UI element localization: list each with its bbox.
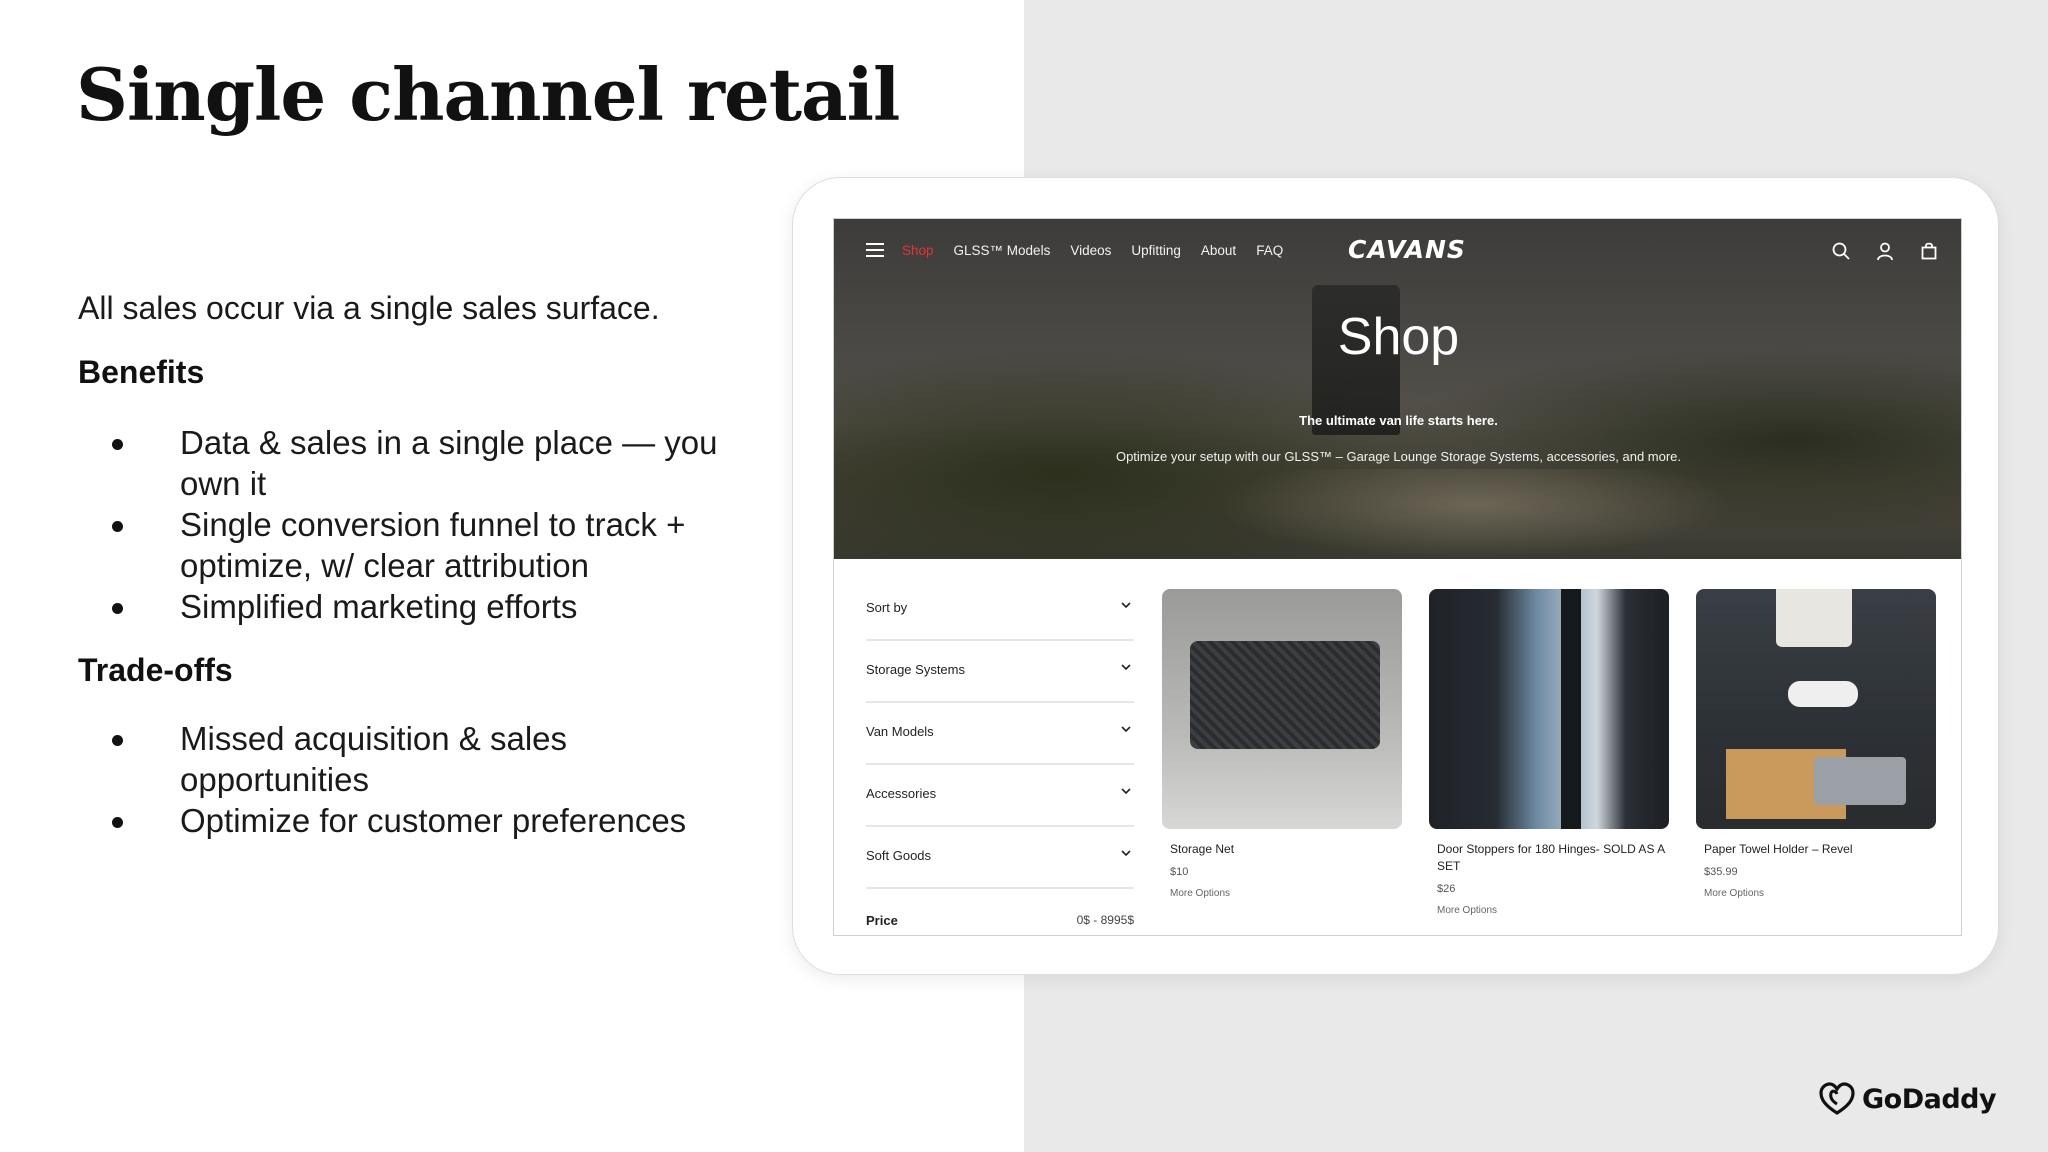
product-name[interactable]: Paper Towel Holder – Revel <box>1696 841 1936 858</box>
nav-link-about[interactable]: About <box>1201 243 1236 258</box>
nav-link-faq[interactable]: FAQ <box>1256 243 1283 258</box>
nav-link-glss-models[interactable]: GLSS™ Models <box>954 243 1051 258</box>
chevron-down-icon <box>1121 726 1131 733</box>
cart-icon[interactable] <box>1919 241 1939 261</box>
hero-subtitle: Optimize your setup with our GLSS™ – Gar… <box>1115 449 1682 464</box>
product-image[interactable] <box>1162 589 1402 829</box>
product-image[interactable] <box>1429 589 1669 829</box>
product-image[interactable] <box>1696 589 1936 829</box>
hero-road-image <box>1214 469 1734 559</box>
more-options-link[interactable]: More Options <box>1429 905 1669 916</box>
bullet-dot-icon <box>112 817 123 828</box>
product-name[interactable]: Door Stoppers for 180 Hinges- SOLD AS A … <box>1429 841 1669 875</box>
chevron-down-icon <box>1121 850 1131 857</box>
product-card[interactable]: Door Stoppers for 180 Hinges- SOLD AS A … <box>1429 589 1669 916</box>
tradeoffs-list: Missed acquisition & sales opportunities… <box>110 718 750 841</box>
product-price: $26 <box>1437 883 1456 895</box>
product-name[interactable]: Storage Net <box>1162 841 1402 858</box>
filter-label: Van Models <box>866 724 934 739</box>
hero-banner: Shop GLSS™ Models Videos Upfitting About… <box>834 219 1961 559</box>
hero-tagline: The ultimate van life starts here. <box>1299 413 1498 428</box>
nav-link-upfitting[interactable]: Upfitting <box>1131 243 1181 258</box>
sink-image <box>1814 757 1906 805</box>
filter-soft-goods[interactable]: Soft Goods <box>866 827 1134 889</box>
product-price: $35.99 <box>1704 866 1738 878</box>
product-card[interactable]: Paper Towel Holder – Revel $35.99 More O… <box>1696 589 1936 916</box>
filter-accessories[interactable]: Accessories <box>866 765 1134 827</box>
godaddy-logo: GoDaddy <box>1818 1082 1997 1116</box>
bullet-dot-icon <box>112 439 123 450</box>
benefit-item: Data & sales in a single place — you own… <box>110 422 750 504</box>
price-range: 0$ - 8995$ <box>1076 913 1134 927</box>
product-grid: Storage Net $10 More Options Door Stoppe… <box>1162 589 1936 916</box>
godaddy-wordmark: GoDaddy <box>1862 1083 1997 1115</box>
slide-intro: All sales occur via a single sales surfa… <box>78 290 660 326</box>
storage-net-image <box>1190 641 1380 749</box>
benefit-item: Single conversion funnel to track + opti… <box>110 504 750 586</box>
product-card[interactable]: Storage Net $10 More Options <box>1162 589 1402 916</box>
filter-price[interactable]: Price 0$ - 8995$ <box>866 889 1134 933</box>
benefits-heading: Benefits <box>78 354 205 390</box>
filter-storage-systems[interactable]: Storage Systems <box>866 641 1134 703</box>
door-stopper-image <box>1561 589 1581 829</box>
filter-sidebar: Sort by Storage Systems Van Models Acces… <box>866 579 1134 933</box>
filter-label: Soft Goods <box>866 848 932 863</box>
product-price: $10 <box>1170 866 1189 878</box>
slide-title: Single channel retail <box>76 52 900 137</box>
filter-label: Storage Systems <box>866 662 965 677</box>
price-label: Price <box>866 913 898 928</box>
kitchen-panel-image <box>1776 589 1852 647</box>
more-options-link[interactable]: More Options <box>1162 888 1402 899</box>
hamburger-menu-icon[interactable] <box>866 243 884 257</box>
website-screenshot: Shop GLSS™ Models Videos Upfitting About… <box>833 218 1962 936</box>
benefits-list: Data & sales in a single place — you own… <box>110 422 750 627</box>
chevron-down-icon <box>1121 664 1131 671</box>
bullet-dot-icon <box>112 603 123 614</box>
hero-title: Shop <box>1337 308 1460 366</box>
site-logo[interactable]: CAVANS <box>1348 235 1466 264</box>
more-options-link[interactable]: More Options <box>1696 888 1936 899</box>
tablet-mockup: Shop GLSS™ Models Videos Upfitting About… <box>792 177 1999 975</box>
nav-links: Shop GLSS™ Models Videos Upfitting About… <box>902 243 1283 258</box>
site-nav: Shop GLSS™ Models Videos Upfitting About… <box>834 219 1961 285</box>
tradeoffs-heading: Trade-offs <box>78 652 233 688</box>
search-icon[interactable] <box>1831 241 1851 261</box>
chevron-down-icon <box>1121 602 1131 609</box>
filter-label: Accessories <box>866 786 937 801</box>
tradeoff-item: Optimize for customer preferences <box>110 800 750 841</box>
nav-icons <box>1831 241 1939 261</box>
bullet-dot-icon <box>112 521 123 532</box>
account-icon[interactable] <box>1875 241 1895 261</box>
benefit-item: Simplified marketing efforts <box>110 586 750 627</box>
godaddy-heart-icon <box>1819 1082 1855 1115</box>
tradeoff-item: Missed acquisition & sales opportunities <box>110 718 750 800</box>
bullet-dot-icon <box>112 735 123 746</box>
filter-label: Sort by <box>866 600 908 615</box>
chevron-down-icon <box>1121 788 1131 795</box>
filter-sort-by[interactable]: Sort by <box>866 579 1134 641</box>
filter-van-models[interactable]: Van Models <box>866 703 1134 765</box>
paper-towel-image <box>1788 681 1858 707</box>
nav-link-videos[interactable]: Videos <box>1070 243 1111 258</box>
nav-link-shop[interactable]: Shop <box>902 243 934 258</box>
